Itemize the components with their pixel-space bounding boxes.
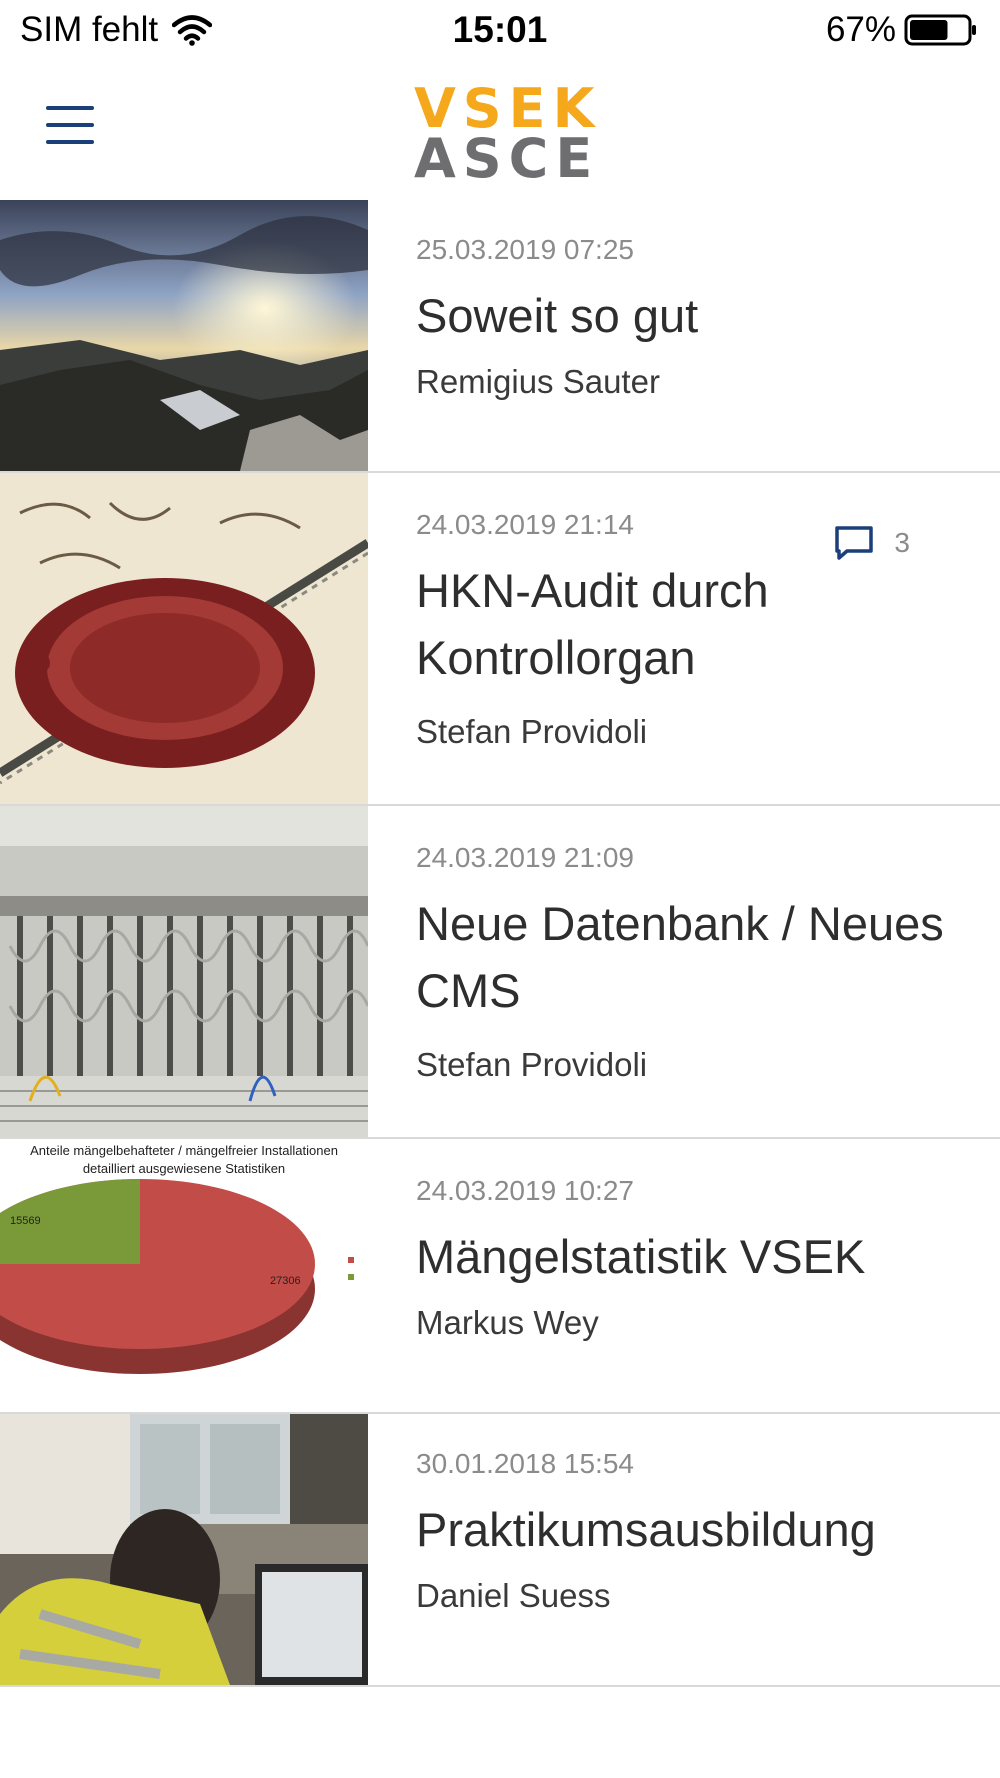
comment-icon <box>835 526 874 560</box>
menu-line <box>46 140 94 144</box>
news-text: 24.03.2019 21:09 Neue Datenbank / Neues … <box>416 842 960 1084</box>
electrical-wiring-photo <box>0 806 368 1137</box>
news-list-item[interactable]: 30.01.2018 15:54 Praktikumsausbildung Da… <box>0 1414 1000 1687</box>
news-text: 25.03.2019 07:25 Soweit so gut Remigius … <box>416 234 960 401</box>
battery-icon <box>904 14 976 46</box>
office-worker-photo <box>0 1414 368 1685</box>
screen: SIM fehlt 15:01 67% VSEK ASCE 25.03.2019… <box>0 0 1000 1778</box>
news-date: 24.03.2019 21:09 <box>416 842 634 873</box>
vsek-asce-logo[interactable]: VSEK ASCE <box>414 82 601 186</box>
comment-count: 3 <box>894 527 910 558</box>
pie-value-b: 27306 <box>270 1275 301 1287</box>
wax-seal-photo <box>0 473 368 804</box>
news-title: Neue Datenbank / Neues CMS <box>416 897 944 1017</box>
pie-chart-image: Anteile mängelbehafteter / mängelfreier … <box>0 1139 368 1412</box>
status-right: 67% <box>826 10 978 50</box>
comment-count-badge[interactable]: 3 <box>834 525 910 561</box>
news-list-item[interactable]: Anteile mängelbehafteter / mängelfreier … <box>0 1139 1000 1414</box>
news-author: Remigius Sauter <box>416 363 660 400</box>
mountain-sunset-photo <box>0 200 368 471</box>
menu-line <box>46 106 94 110</box>
news-title: Mängelstatistik VSEK <box>416 1230 866 1283</box>
news-list-item[interactable]: 25.03.2019 07:25 Soweit so gut Remigius … <box>0 200 1000 473</box>
news-text: 30.01.2018 15:54 Praktikumsausbildung Da… <box>416 1448 960 1615</box>
pie-value-a: 15569 <box>10 1215 41 1227</box>
news-title: Soweit so gut <box>416 289 699 342</box>
news-author: Stefan Providoli <box>416 713 648 750</box>
hamburger-menu-icon[interactable] <box>46 106 94 150</box>
news-date: 30.01.2018 15:54 <box>416 1448 634 1479</box>
pie-chart-caption-1: Anteile mängelbehafteter / mängelfreier … <box>30 1143 338 1158</box>
battery-percent: 67% <box>825 10 896 49</box>
carrier-label: SIM fehlt <box>20 10 159 49</box>
pie-chart-caption-2: detailliert ausgewiesene Statistiken <box>83 1161 285 1176</box>
app-header: VSEK ASCE <box>0 62 1000 200</box>
news-title: Praktikumsausbildung <box>416 1503 876 1556</box>
news-author: Markus Wey <box>416 1304 599 1341</box>
wifi-icon <box>172 15 213 46</box>
menu-line <box>46 123 94 127</box>
news-list: 25.03.2019 07:25 Soweit so gut Remigius … <box>0 200 1000 1687</box>
news-author: Stefan Providoli <box>416 1046 648 1083</box>
news-title: HKN-Audit durch Kontrollorgan <box>416 564 769 684</box>
logo-bottom-text: ASCE <box>414 127 600 190</box>
news-list-item[interactable]: 24.03.2019 21:09 Neue Datenbank / Neues … <box>0 806 1000 1139</box>
news-author: Daniel Suess <box>416 1577 611 1614</box>
battery-fill <box>910 20 948 40</box>
status-left: SIM fehlt <box>20 10 213 50</box>
status-bar: SIM fehlt 15:01 67% <box>0 0 1000 62</box>
news-date: 24.03.2019 10:27 <box>416 1175 634 1206</box>
news-text: 24.03.2019 10:27 Mängelstatistik VSEK Ma… <box>416 1175 960 1342</box>
news-date: 25.03.2019 07:25 <box>416 234 634 265</box>
news-list-item[interactable]: 24.03.2019 21:14 HKN-Audit durch Kontrol… <box>0 473 1000 806</box>
